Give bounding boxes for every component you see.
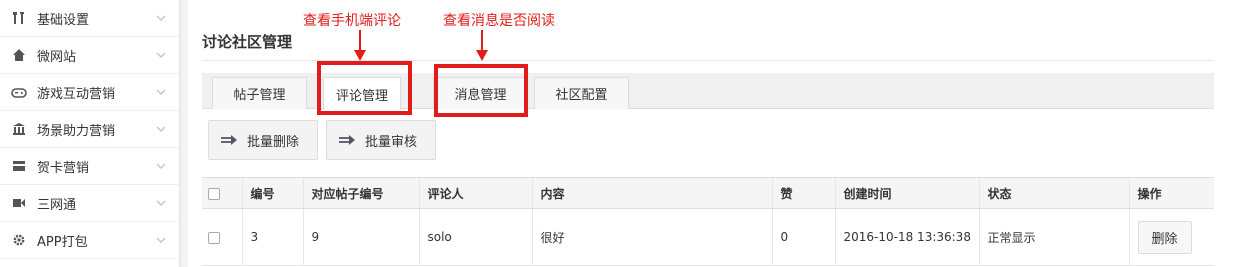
batch-action-icon <box>339 134 355 146</box>
annotation-arrow-icon <box>354 30 366 61</box>
gamepad-icon <box>11 84 27 100</box>
row-select-cell <box>202 208 242 266</box>
comments-table: 编号 对应帖子编号 评论人 内容 赞 创建时间 状态 操作 3 9 solo 很… <box>202 177 1214 266</box>
card-icon <box>11 158 27 174</box>
sidebar: 基础设置 微网站 游戏互动营销 场景助力营销 贺卡营销 三网通 APP打包 <box>0 0 180 267</box>
select-all-cell <box>202 177 242 209</box>
sidebar-item-scene-marketing[interactable]: 场景助力营销 <box>0 111 180 148</box>
column-header-post-id: 对应帖子编号 <box>302 177 419 209</box>
chevron-down-icon <box>155 123 167 135</box>
annotation-arrow-icon <box>476 30 488 61</box>
chevron-down-icon <box>155 12 167 24</box>
cell-likes: 0 <box>771 208 835 266</box>
column-header-actions: 操作 <box>1128 177 1214 209</box>
sidebar-item-label: 微网站 <box>37 49 77 65</box>
home-icon <box>11 47 27 63</box>
sidebar-item-label: 基础设置 <box>37 12 90 28</box>
sidebar-item-label: 三网通 <box>37 197 77 213</box>
cell-created: 2016-10-18 13:36:38 <box>834 208 979 266</box>
sidebar-item-label: APP打包 <box>37 234 88 250</box>
sidebar-item-three-network[interactable]: 三网通 <box>0 185 180 222</box>
batch-delete-button[interactable]: 批量删除 <box>208 120 318 160</box>
bank-icon <box>11 121 27 137</box>
sidebar-item-greeting-cards[interactable]: 贺卡营销 <box>0 148 180 185</box>
chevron-down-icon <box>155 160 167 172</box>
chevron-down-icon <box>155 197 167 209</box>
sidebar-item-app-packaging[interactable]: APP打包 <box>0 222 180 259</box>
tab-posts[interactable]: 帖子管理 <box>212 77 307 109</box>
chevron-down-icon <box>155 234 167 246</box>
column-header-content: 内容 <box>531 177 772 209</box>
annotation-comments-box <box>317 61 412 115</box>
batch-delete-label: 批量删除 <box>247 134 300 150</box>
cell-status: 正常显示 <box>978 208 1129 266</box>
sidebar-item-micro-site[interactable]: 微网站 <box>0 37 180 74</box>
sidebar-item-label: 场景助力营销 <box>37 123 116 139</box>
sidebar-item-basic-settings[interactable]: 基础设置 <box>0 0 180 37</box>
annotation-comments-note: 查看手机端评论 <box>303 13 401 29</box>
cell-actions: 删除 <box>1128 208 1214 266</box>
cell-content: 很好 <box>531 208 772 266</box>
batch-review-label: 批量审核 <box>365 134 418 150</box>
batch-review-button[interactable]: 批量审核 <box>326 120 436 160</box>
batch-action-icon <box>221 134 237 146</box>
sidebar-item-game-marketing[interactable]: 游戏互动营销 <box>0 74 180 111</box>
chevron-down-icon <box>155 49 167 61</box>
column-header-commenter: 评论人 <box>418 177 532 209</box>
table-header-row: 编号 对应帖子编号 评论人 内容 赞 创建时间 状态 操作 <box>202 177 1214 209</box>
sidebar-item-label: 游戏互动营销 <box>37 86 116 102</box>
gear-icon <box>11 232 27 248</box>
annotation-messages-box <box>434 64 528 117</box>
sidebar-divider <box>180 0 188 267</box>
tab-community-settings[interactable]: 社区配置 <box>534 77 629 109</box>
main-content: 讨论社区管理 帖子管理 评论管理 消息管理 社区配置 批量删除 批量审核 编号 … <box>189 0 1240 267</box>
chevron-down-icon <box>155 86 167 98</box>
column-header-likes: 赞 <box>771 177 835 209</box>
column-header-id: 编号 <box>241 177 303 209</box>
cell-post-id: 9 <box>302 208 419 266</box>
sidebar-item-label: 贺卡营销 <box>37 160 90 176</box>
video-camera-icon <box>11 195 27 211</box>
table-row: 3 9 solo 很好 0 2016-10-18 13:36:38 正常显示 删… <box>202 208 1214 266</box>
delete-button[interactable]: 删除 <box>1137 220 1192 254</box>
row-checkbox[interactable] <box>208 231 220 244</box>
tools-icon <box>11 10 27 26</box>
column-header-status: 状态 <box>978 177 1129 209</box>
select-all-checkbox[interactable] <box>208 187 220 200</box>
cell-commenter: solo <box>418 208 532 266</box>
cell-id: 3 <box>241 208 303 266</box>
page-title: 讨论社区管理 <box>202 33 293 51</box>
column-header-created: 创建时间 <box>834 177 979 209</box>
annotation-messages-note: 查看消息是否阅读 <box>443 13 555 29</box>
